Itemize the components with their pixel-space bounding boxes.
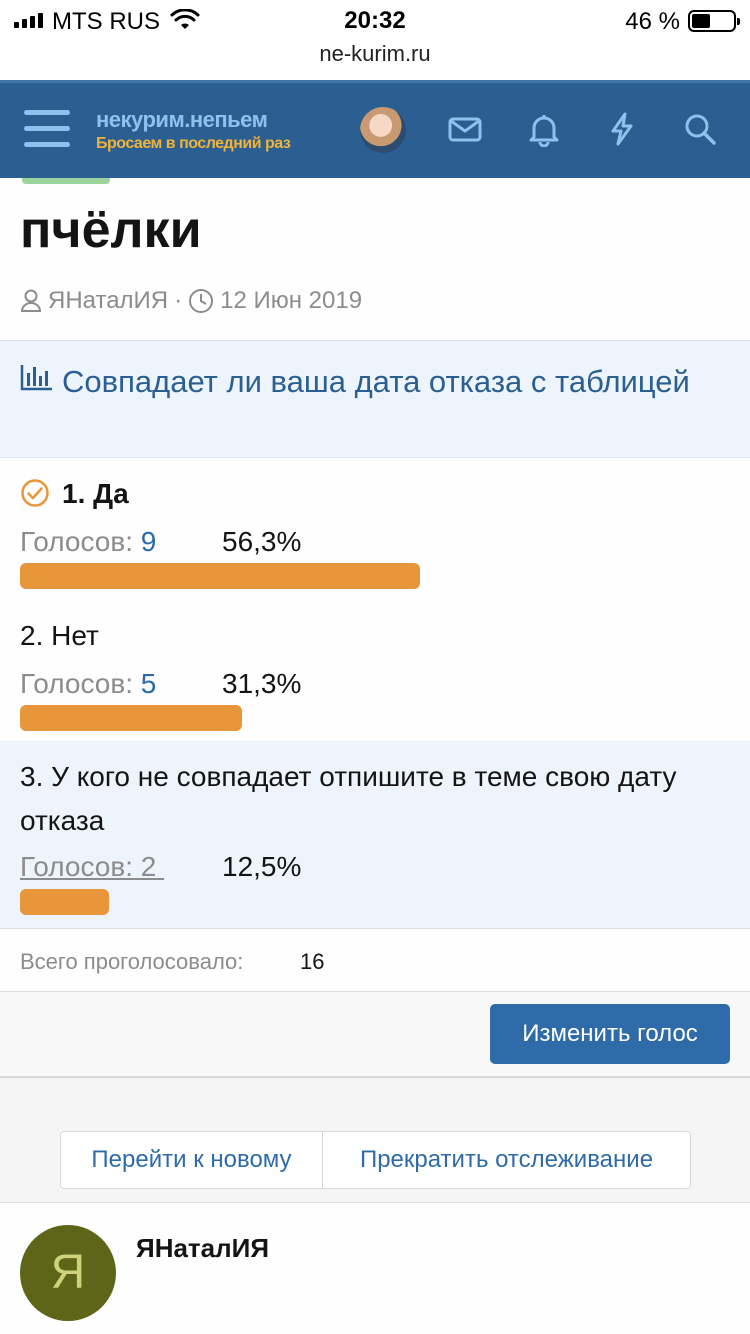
poll-option-label: 1. Да [62,478,129,509]
check-circle-icon [21,479,49,507]
bell-icon[interactable] [526,111,562,147]
poll-actions: Изменить голос [0,992,750,1078]
status-bar: MTS RUS 20:32 46 % [0,0,750,40]
poll-option: 3. У кого не совпадает отпишите в теме с… [0,741,750,928]
poll-votes[interactable]: Голосов: 9 [20,526,156,558]
unwatch-button[interactable]: Прекратить отслеживание [323,1132,690,1188]
search-icon[interactable] [682,111,718,147]
poll-option-label: 2. Нет [20,620,99,651]
user-avatar[interactable] [360,107,406,153]
prefix-tag [22,178,110,184]
meta-separator: · [174,287,183,314]
lightning-icon[interactable] [604,111,640,147]
total-label: Всего проголосовало: [20,949,244,974]
thread-meta: ЯНаталИЯ · 12 Июн 2019 [20,287,362,315]
change-vote-button[interactable]: Изменить голос [490,1004,730,1064]
votes-count: 5 [140,668,157,699]
poll-percent: 31,3% [222,668,302,699]
thread-date[interactable]: 12 Июн 2019 [220,287,362,315]
menu-icon[interactable] [24,110,70,148]
post-author[interactable]: ЯНаталИЯ [136,1233,269,1264]
votes-count: 9 [140,526,157,557]
poll-votes[interactable]: Голосов: 2 [20,851,164,883]
url-bar[interactable]: ne-kurim.ru [0,40,750,80]
poll-votes[interactable]: Голосов: 5 [20,668,156,700]
poll-result-bar [20,889,109,915]
inbox-icon[interactable] [447,111,483,147]
clock-icon [189,289,214,313]
poll-header: Совпадает ли ваша дата отказа с таблицей [0,340,750,458]
user-icon [20,289,42,312]
poll-percent: 56,3% [222,526,302,557]
votes-label: Голосов: [20,851,134,882]
thread-header: пчёлки ЯНаталИЯ · 12 Июн 2019 [0,178,750,340]
votes-count: 2 [140,851,157,882]
poll-percent: 12,5% [222,851,302,882]
page-title: пчёлки [20,201,202,259]
poll-option-label: 3. У кого не совпадает отпишите в теме с… [20,761,677,836]
poll-result-bar [20,705,242,731]
avatar[interactable]: Я [20,1225,116,1321]
first-post: Я ЯНаталИЯ [0,1202,750,1334]
thread-author[interactable]: ЯНаталИЯ [48,287,168,315]
battery-icon [688,10,740,32]
poll-question: Совпадает ли ваша дата отказа с таблицей [62,364,690,399]
site-logo[interactable]: некурим.непьем Бросаем в последний раз [96,107,291,153]
poll-result-bar [20,563,420,589]
go-to-new-button[interactable]: Перейти к новому [61,1132,323,1188]
logo-title: некурим.непьем [96,107,268,132]
votes-label: Голосов: [20,526,134,557]
logo-tagline: Бросаем в последний раз [96,135,291,152]
poll-option: 2. Нет Голосов: 5 31,3% [0,598,750,740]
total-value: 16 [300,949,325,974]
battery-percent: 46 % [625,8,680,35]
poll-option: 1. Да Голосов: 9 56,3% [0,458,750,598]
poll-total: Всего проголосовало: 16 [0,928,750,992]
poll-results: 1. Да Голосов: 9 56,3% 2. Нет Голосов: 5… [0,458,750,928]
votes-label: Голосов: [20,668,134,699]
thread-actions: Перейти к новому Прекратить отслеживание [60,1131,691,1189]
site-header: некурим.непьем Бросаем в последний раз [0,80,750,178]
